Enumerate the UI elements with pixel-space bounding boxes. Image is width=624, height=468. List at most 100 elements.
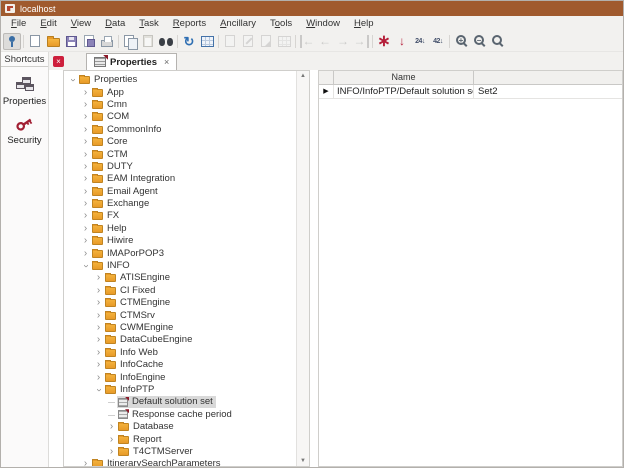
tree-item-infoengine[interactable]: ›InfoEngine bbox=[64, 371, 296, 383]
zoom-reset-button[interactable] bbox=[488, 33, 506, 50]
tree-item-imaporpop3[interactable]: ›IMAPorPOP3 bbox=[64, 247, 296, 259]
tree-item-info-web[interactable]: ›Info Web bbox=[64, 347, 296, 359]
zoom-out-button[interactable]: − bbox=[470, 33, 488, 50]
first-record-button[interactable]: ← bbox=[298, 33, 316, 50]
tree-item-infoptp[interactable]: ›InfoPTP bbox=[64, 384, 296, 396]
tree-item-help[interactable]: ›Help bbox=[64, 223, 296, 235]
menu-item-view[interactable]: View bbox=[64, 17, 98, 30]
tree-item-atisengine[interactable]: ›ATISEngine bbox=[64, 272, 296, 284]
tree-item-cwmengine[interactable]: ›CWMEngine bbox=[64, 322, 296, 334]
panel-close-button[interactable]: × bbox=[53, 56, 64, 67]
tree-item-duty[interactable]: ›DUTY bbox=[64, 161, 296, 173]
tree-item-ctmsrv[interactable]: ›CTMSrv bbox=[64, 309, 296, 321]
tree-item-email-agent[interactable]: ›Email Agent bbox=[64, 186, 296, 198]
chevron-collapsed-icon[interactable]: › bbox=[106, 447, 117, 457]
tree-item-exchange[interactable]: ›Exchange bbox=[64, 198, 296, 210]
open-folder-button[interactable] bbox=[44, 33, 62, 50]
chevron-collapsed-icon[interactable]: › bbox=[80, 236, 91, 246]
tree-item-t4ctmserver[interactable]: ›T4CTMServer bbox=[64, 446, 296, 458]
paste-button[interactable] bbox=[139, 33, 157, 50]
menu-item-help[interactable]: Help bbox=[347, 17, 381, 30]
chevron-collapsed-icon[interactable]: › bbox=[80, 187, 91, 197]
record-grid-button[interactable] bbox=[275, 33, 293, 50]
tree-item-fx[interactable]: ›FX bbox=[64, 210, 296, 222]
chevron-collapsed-icon[interactable]: › bbox=[80, 100, 91, 110]
grid-header-name[interactable]: Name bbox=[334, 71, 474, 84]
row-selector-icon[interactable]: ▶ bbox=[319, 85, 334, 98]
validate-button[interactable]: ∗ bbox=[375, 33, 393, 50]
tree-item-database[interactable]: ›Database bbox=[64, 421, 296, 433]
tree-item-commoninfo[interactable]: ›CommonInfo bbox=[64, 124, 296, 136]
chevron-collapsed-icon[interactable]: › bbox=[80, 224, 91, 234]
menu-item-reports[interactable]: Reports bbox=[166, 17, 213, 30]
chevron-collapsed-icon[interactable]: › bbox=[106, 435, 117, 445]
chevron-collapsed-icon[interactable]: › bbox=[93, 311, 104, 321]
chevron-expanded-icon[interactable]: › bbox=[68, 75, 78, 86]
chevron-collapsed-icon[interactable]: › bbox=[93, 298, 104, 308]
menu-item-task[interactable]: Task bbox=[132, 17, 166, 30]
tree-item-ctm[interactable]: ›CTM bbox=[64, 148, 296, 160]
menu-item-data[interactable]: Data bbox=[98, 17, 132, 30]
tree-item-app[interactable]: ›App bbox=[64, 86, 296, 98]
grid-cell-name[interactable]: INFO/InfoPTP/Default solution set bbox=[334, 85, 474, 98]
table-view-button[interactable] bbox=[198, 33, 216, 50]
tree-scrollbar[interactable]: ▲ ▼ bbox=[296, 71, 309, 466]
tree-item-report[interactable]: ›Report bbox=[64, 433, 296, 445]
last-record-button[interactable]: → bbox=[352, 33, 370, 50]
copy-button[interactable] bbox=[121, 33, 139, 50]
print-button[interactable] bbox=[98, 33, 116, 50]
chevron-collapsed-icon[interactable]: › bbox=[93, 335, 104, 345]
tree-item-core[interactable]: ›Core bbox=[64, 136, 296, 148]
tab-properties[interactable]: Properties × bbox=[86, 53, 177, 70]
tree-item-datacubeengine[interactable]: ›DataCubeEngine bbox=[64, 334, 296, 346]
tree-item-hiwire[interactable]: ›Hiwire bbox=[64, 235, 296, 247]
chevron-collapsed-icon[interactable]: › bbox=[93, 323, 104, 333]
chevron-expanded-icon[interactable]: › bbox=[81, 261, 91, 272]
refresh-button[interactable]: ↻ bbox=[180, 33, 198, 50]
tree-item-com[interactable]: ›COM bbox=[64, 111, 296, 123]
chevron-collapsed-icon[interactable]: › bbox=[80, 249, 91, 259]
new-document-button[interactable] bbox=[26, 33, 44, 50]
chevron-collapsed-icon[interactable]: › bbox=[80, 88, 91, 98]
tree-item-default-solution-set[interactable]: Default solution set bbox=[64, 396, 296, 408]
tree-item-eam-integration[interactable]: ›EAM Integration bbox=[64, 173, 296, 185]
tree-item-properties[interactable]: ›Properties bbox=[64, 74, 296, 86]
chevron-collapsed-icon[interactable]: › bbox=[80, 112, 91, 122]
save-as-button[interactable] bbox=[80, 33, 98, 50]
previous-record-button[interactable]: ← bbox=[316, 33, 334, 50]
chevron-collapsed-icon[interactable]: › bbox=[80, 150, 91, 160]
sidebar-item-security[interactable]: Security bbox=[1, 116, 48, 146]
chevron-collapsed-icon[interactable]: › bbox=[80, 459, 91, 466]
tree-item-ctmengine[interactable]: ›CTMEngine bbox=[64, 297, 296, 309]
scroll-up-icon[interactable]: ▲ bbox=[300, 73, 306, 79]
chevron-collapsed-icon[interactable]: › bbox=[93, 360, 104, 370]
scroll-down-icon[interactable]: ▼ bbox=[300, 458, 306, 464]
pin-button[interactable] bbox=[3, 33, 21, 50]
chevron-collapsed-icon[interactable]: › bbox=[80, 125, 91, 135]
menu-item-file[interactable]: File bbox=[4, 17, 33, 30]
chevron-collapsed-icon[interactable]: › bbox=[80, 199, 91, 209]
chevron-collapsed-icon[interactable]: › bbox=[80, 211, 91, 221]
save-button[interactable] bbox=[62, 33, 80, 50]
tree-item-itinerarysearchparameters[interactable]: ›ItinerarySearchParameters bbox=[64, 458, 296, 466]
chevron-expanded-icon[interactable]: › bbox=[94, 384, 104, 395]
sidebar-item-properties[interactable]: Properties bbox=[1, 76, 48, 107]
panel-splitter[interactable] bbox=[310, 70, 318, 467]
edit-record-button[interactable] bbox=[239, 33, 257, 50]
grid-row[interactable]: ▶ INFO/InfoPTP/Default solution set Set2 bbox=[319, 85, 622, 99]
grid-header-value[interactable] bbox=[474, 71, 622, 84]
menu-item-tools[interactable]: Tools bbox=[263, 17, 299, 30]
sort-descending-button[interactable]: 42↓ bbox=[429, 33, 447, 50]
chevron-collapsed-icon[interactable]: › bbox=[80, 174, 91, 184]
chevron-collapsed-icon[interactable]: › bbox=[93, 273, 104, 283]
menu-item-window[interactable]: Window bbox=[299, 17, 347, 30]
grid-cell-value[interactable]: Set2 bbox=[474, 85, 622, 98]
chevron-collapsed-icon[interactable]: › bbox=[80, 137, 91, 147]
chevron-collapsed-icon[interactable]: › bbox=[106, 422, 117, 432]
import-button[interactable]: ↓ bbox=[393, 33, 411, 50]
tree-item-info[interactable]: ›INFO bbox=[64, 260, 296, 272]
menu-item-ancillary[interactable]: Ancillary bbox=[213, 17, 263, 30]
menu-item-edit[interactable]: Edit bbox=[33, 17, 63, 30]
tree-item-ci-fixed[interactable]: ›CI Fixed bbox=[64, 285, 296, 297]
sort-ascending-button[interactable]: 24↓ bbox=[411, 33, 429, 50]
